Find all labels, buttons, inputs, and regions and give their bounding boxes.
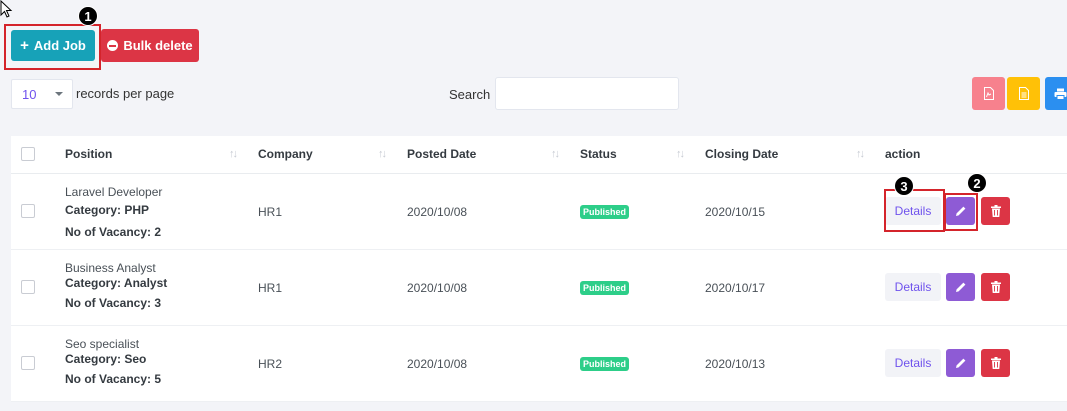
company-cell: HR1 — [258, 281, 283, 295]
company-cell: HR2 — [258, 357, 283, 371]
row-checkbox[interactable] — [21, 356, 35, 370]
trash-icon — [990, 357, 1001, 369]
callout-highlight-3 — [884, 189, 945, 232]
callout-badge-2: 2 — [967, 173, 987, 193]
print-icon — [1054, 88, 1066, 100]
trash-icon — [990, 205, 1001, 217]
position-cell: Laravel Developer Category: PHP No of Va… — [65, 185, 162, 239]
status-badge: Published — [580, 357, 630, 371]
job-category: Category: Analyst — [65, 276, 168, 290]
sort-icon[interactable]: ↑↓ — [676, 148, 685, 160]
export-excel-button[interactable] — [1007, 77, 1040, 110]
position-cell: Business Analyst Category: Analyst No of… — [65, 261, 167, 310]
column-header-action: action — [885, 147, 921, 161]
select-all-checkbox[interactable] — [21, 147, 35, 161]
job-category: Category: Seo — [65, 352, 147, 366]
posted-date-cell: 2020/10/08 — [407, 205, 468, 219]
pdf-icon — [983, 87, 994, 100]
minus-circle-icon — [107, 40, 119, 51]
delete-button[interactable] — [981, 273, 1010, 301]
bulk-delete-label: Bulk delete — [123, 38, 193, 53]
callout-badge-3: 3 — [894, 176, 914, 196]
job-title: Seo specialist — [65, 337, 140, 351]
callout-highlight-2 — [944, 193, 978, 231]
sort-icon[interactable]: ↑↓ — [229, 148, 238, 160]
job-title: Business Analyst — [65, 261, 156, 275]
job-category: Category: PHP — [65, 203, 150, 217]
posted-date-cell: 2020/10/08 — [407, 281, 468, 295]
company-cell: HR1 — [258, 205, 283, 219]
closing-date-cell: 2020/10/15 — [705, 205, 766, 219]
details-button[interactable]: Details — [885, 273, 941, 301]
pencil-icon — [955, 282, 965, 292]
jobs-table: Position ↑↓ Company ↑↓ Posted Date ↑↓ St… — [11, 136, 1067, 402]
column-header-status[interactable]: Status — [580, 147, 617, 161]
column-header-closing-date[interactable]: Closing Date — [705, 147, 778, 161]
column-header-company[interactable]: Company — [258, 147, 313, 161]
closing-date-cell: 2020/10/17 — [705, 281, 766, 295]
search-input[interactable] — [495, 77, 679, 110]
table-header-row: Position ↑↓ Company ↑↓ Posted Date ↑↓ St… — [11, 136, 1067, 174]
status-badge: Published — [580, 281, 630, 295]
sort-icon[interactable]: ↑↓ — [551, 148, 560, 160]
details-button[interactable]: Details — [885, 349, 941, 377]
add-job-button[interactable]: + Add Job — [11, 30, 95, 61]
search-label: Search — [449, 87, 491, 102]
posted-date-cell: 2020/10/08 — [407, 357, 468, 371]
job-vacancy: No of Vacancy: 2 — [65, 225, 162, 239]
export-pdf-button[interactable] — [972, 77, 1005, 110]
sort-icon[interactable]: ↑↓ — [378, 148, 387, 160]
edit-button[interactable] — [946, 349, 975, 377]
row-checkbox[interactable] — [21, 204, 35, 218]
column-header-posted-date[interactable]: Posted Date — [407, 147, 476, 161]
position-cell: Seo specialist Category: Seo No of Vacan… — [65, 337, 161, 386]
table-row: Business Analyst Category: Analyst No of… — [11, 250, 1067, 326]
trash-icon — [990, 281, 1001, 293]
excel-icon — [1018, 87, 1029, 100]
records-per-page-select[interactable]: 10 — [11, 79, 73, 109]
records-per-page-label: records per page — [76, 86, 175, 101]
mouse-cursor-icon — [0, 0, 13, 18]
edit-button[interactable] — [946, 273, 975, 301]
chevron-down-icon — [55, 92, 63, 96]
print-button[interactable] — [1045, 77, 1067, 110]
closing-date-cell: 2020/10/13 — [705, 357, 766, 371]
delete-button[interactable] — [981, 197, 1010, 225]
job-vacancy: No of Vacancy: 5 — [65, 372, 162, 386]
callout-badge-1: 1 — [78, 6, 98, 26]
job-vacancy: No of Vacancy: 3 — [65, 296, 162, 310]
job-title: Laravel Developer — [65, 185, 163, 199]
pencil-icon — [955, 358, 965, 368]
delete-button[interactable] — [981, 349, 1010, 377]
plus-icon: + — [20, 37, 29, 54]
add-job-label: Add Job — [33, 38, 86, 53]
bulk-delete-button[interactable]: Bulk delete — [101, 29, 199, 62]
table-row: Seo specialist Category: Seo No of Vacan… — [11, 326, 1067, 402]
status-badge: Published — [580, 205, 630, 219]
records-per-page-value: 10 — [22, 86, 37, 102]
sort-icon[interactable]: ↑↓ — [856, 148, 865, 160]
row-checkbox[interactable] — [21, 280, 35, 294]
column-header-position[interactable]: Position — [65, 147, 112, 161]
